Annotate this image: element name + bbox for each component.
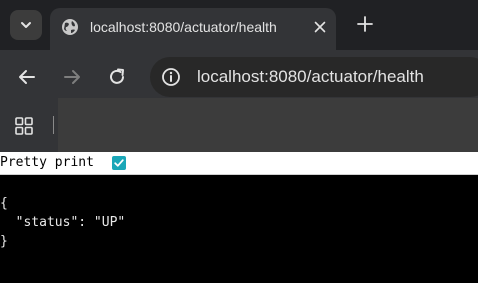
pretty-print-checkbox[interactable] (112, 156, 126, 170)
chevron-down-icon (21, 22, 31, 28)
json-body: { "status": "UP"} (0, 194, 125, 251)
close-icon[interactable] (312, 19, 328, 35)
tab-title: localhost:8080/actuator/health (90, 19, 277, 35)
pretty-print-label: Pretty print (0, 155, 94, 170)
info-icon[interactable] (161, 67, 181, 87)
checkmark-icon (114, 159, 124, 167)
globe-icon (62, 19, 78, 35)
json-line: "status": "UP" (0, 215, 126, 230)
browser-window: localhost:8080/actuator/health localhost… (0, 0, 478, 283)
arrow-right-icon[interactable] (62, 67, 82, 87)
apps-grid-icon[interactable] (14, 116, 34, 136)
json-line: { (0, 196, 8, 211)
pretty-print-bar: Pretty print (0, 152, 478, 175)
reload-icon[interactable] (107, 67, 127, 87)
arrow-left-icon[interactable] (17, 67, 37, 87)
tab-search-button[interactable] (10, 10, 42, 40)
json-line: } (0, 234, 8, 249)
tab-strip: localhost:8080/actuator/health (0, 0, 478, 50)
plus-icon[interactable] (356, 15, 374, 33)
url-text[interactable]: localhost:8080/actuator/health (197, 67, 424, 87)
bookmarks-area (58, 98, 478, 152)
bookmarks-divider (53, 116, 54, 134)
bookmarks-bar (0, 98, 478, 152)
address-bar[interactable]: localhost:8080/actuator/health (150, 57, 478, 97)
active-tab[interactable]: localhost:8080/actuator/health (50, 8, 336, 50)
page-content: Pretty print { "status": "UP"} (0, 152, 478, 283)
